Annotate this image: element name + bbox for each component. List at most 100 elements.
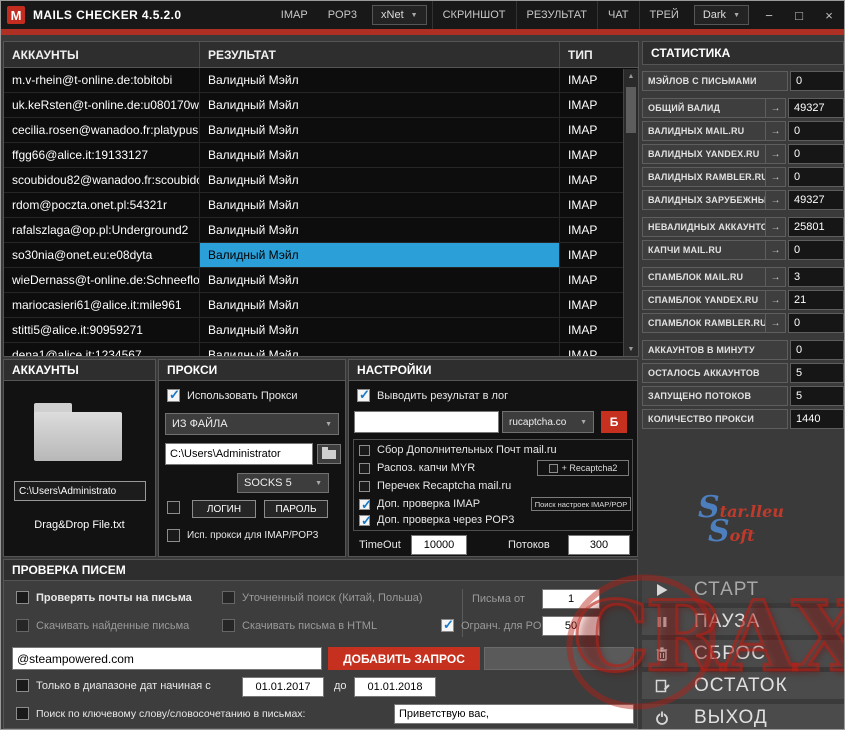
header-type[interactable]: ТИП [560,42,638,67]
menu-chat[interactable]: ЧАТ [596,1,639,29]
pop3-check-checkbox[interactable] [359,513,372,529]
stat-row: ОБЩИЙ ВАЛИД → 49327 [642,98,844,118]
accounts-file-path[interactable]: C:\Users\Administrato [14,481,146,501]
use-proxy-checkbox[interactable] [167,387,180,403]
header-result[interactable]: РЕЗУЛЬТАТ [200,42,560,67]
imap-check-checkbox[interactable] [359,497,372,513]
export-icon[interactable]: → [766,98,786,118]
proxy-type-dropdown[interactable]: SOCKS 5 ▼ [237,473,329,493]
pop3-limit-checkbox[interactable] [441,617,454,633]
export-icon[interactable]: → [766,240,786,260]
accounts-drop-area[interactable]: C:\Users\Administrato Drag&Drop File.txt [3,381,156,557]
pause-button[interactable]: ПАУЗА [642,608,844,635]
table-scrollbar[interactable]: ▲ ▼ [623,69,638,356]
table-row[interactable]: m.v-rhein@t-online.de:tobitobi Валидный … [4,68,638,93]
export-icon[interactable]: → [766,267,786,287]
browse-folder-button[interactable] [317,444,341,464]
table-row[interactable]: stitti5@alice.it:90959271 Валидный Мэйл … [4,318,638,343]
letters-from-input[interactable] [542,589,600,609]
menu-imap[interactable]: IMAP [271,1,318,29]
table-row[interactable]: rafalszlaga@op.pl:Underground2 Валидный … [4,218,638,243]
folder-icon[interactable] [34,403,122,461]
scroll-down-icon[interactable]: ▼ [624,342,638,356]
menu-screenshot[interactable]: СКРИНШОТ [431,1,516,29]
table-row-selected[interactable]: so30nia@onet.eu:e08dyta Валидный Мэйл IM… [4,243,638,268]
minimize-button[interactable]: − [754,1,784,29]
letters-from-label: Письма от [472,593,525,605]
balance-button[interactable]: Б [601,411,627,433]
proxy-for-imap-checkbox[interactable] [167,529,180,542]
remainder-button[interactable]: ОСТАТОК [642,672,844,699]
query-input[interactable] [12,647,322,670]
close-button[interactable]: × [814,1,844,29]
header-accounts[interactable]: АККАУНТЫ [4,42,200,67]
captcha-service-dropdown[interactable]: rucaptcha.co ▼ [502,411,594,433]
log-output-checkbox[interactable] [357,387,370,403]
exit-button[interactable]: ВЫХОД [642,704,844,729]
refined-search-label: Уточненный поиск (Китай, Польша) [242,591,423,604]
maximize-button[interactable]: □ [784,1,814,29]
recheck-checkbox[interactable] [359,480,370,492]
account-cell: stitti5@alice.it:90959271 [4,318,200,342]
date-from-input[interactable] [242,677,324,697]
recheck-label: Перечек Recaptcha mail.ru [377,480,512,492]
export-icon[interactable]: → [766,167,786,187]
scroll-up-icon[interactable]: ▲ [624,69,638,83]
date-range-checkbox[interactable] [16,679,29,692]
keyword-input[interactable] [394,704,634,724]
start-button[interactable]: СТАРТ [642,576,844,603]
timeout-input[interactable] [411,535,467,555]
table-row[interactable]: rdom@poczta.onet.pl:54321r Валидный Мэйл… [4,193,638,218]
menu-tray[interactable]: ТРЕЙ [638,1,689,29]
theme-dropdown[interactable]: Dark ▼ [693,5,749,25]
letters-panel: ПРОВЕРКА ПИСЕМ Проверять почты на письма… [3,559,638,729]
export-icon[interactable]: → [766,290,786,310]
export-icon[interactable]: → [766,217,786,237]
table-row[interactable]: cecilia.rosen@wanadoo.fr:platypus Валидн… [4,118,638,143]
menu-pop3[interactable]: POP3 [318,1,367,29]
stat-label: АККАУНТОВ В МИНУТУ [642,340,788,360]
result-cell: Валидный Мэйл [200,168,560,192]
app-logo-icon: M [7,6,25,24]
stat-row: ЗАПУЩЕНО ПОТОКОВ 5 [642,386,844,406]
download-letters-checkbox[interactable] [16,619,29,632]
export-icon[interactable]: → [766,190,786,210]
stat-value: 0 [788,313,844,333]
table-row[interactable]: wieDernass@t-online.de:Schneeflock Валид… [4,268,638,293]
proxy-file-input[interactable] [165,443,313,465]
proxy-login-field[interactable]: ЛОГИН [192,500,256,518]
proxy-source-dropdown[interactable]: ИЗ ФАЙЛА ▼ [165,413,339,435]
reset-button[interactable]: СБРОС [642,640,844,667]
date-to-input[interactable] [354,677,436,697]
start-label: СТАРТ [694,578,760,600]
recaptcha2-checkbox[interactable] [548,463,558,473]
table-row[interactable]: scoubidou82@wanadoo.fr:scoubidou Валидны… [4,168,638,193]
stat-value: 0 [788,121,844,141]
captcha-key-input[interactable] [354,411,499,433]
check-letters-checkbox[interactable] [16,591,29,604]
proxy-auth-checkbox[interactable] [167,501,180,514]
table-row[interactable]: dena1@alice.it:1234567 Валидный Мэйл IMA… [4,343,638,356]
menu-result[interactable]: РЕЗУЛЬТАТ [515,1,597,29]
pop3-limit-input[interactable] [542,616,600,636]
collect-mail-checkbox[interactable] [359,444,370,456]
use-proxy-label: Использовать Прокси [187,389,298,402]
recaptcha2-box: + Recaptcha2 [537,460,629,476]
table-row[interactable]: ffgg66@alice.it:19133127 Валидный Мэйл I… [4,143,638,168]
scrollbar-thumb[interactable] [626,87,636,133]
imap-check-label: Доп. проверка IMAP [377,498,481,510]
recognize-captcha-checkbox[interactable] [359,462,370,474]
table-row[interactable]: uk.keRsten@t-online.de:u080170w Валидный… [4,93,638,118]
proxy-password-field[interactable]: ПАРОЛЬ [264,500,328,518]
table-row[interactable]: mariocasieri61@alice.it:mile961 Валидный… [4,293,638,318]
keyword-search-checkbox[interactable] [16,707,29,720]
refined-search-checkbox[interactable] [222,591,235,604]
threads-input[interactable] [568,535,630,555]
export-icon[interactable]: → [766,144,786,164]
download-html-checkbox[interactable] [222,619,235,632]
add-query-button[interactable]: ДОБАВИТЬ ЗАПРОС [328,647,480,670]
menu-xnet-dropdown[interactable]: xNet ▼ [372,5,427,25]
export-icon[interactable]: → [766,313,786,333]
proxy-panel-title: ПРОКСИ [158,359,346,381]
export-icon[interactable]: → [766,121,786,141]
